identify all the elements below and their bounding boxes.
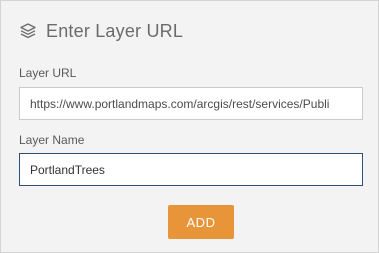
layer-url-input[interactable] — [19, 87, 363, 120]
add-layer-panel: Enter Layer URL Layer URL Layer Name ADD — [0, 0, 379, 253]
panel-title: Enter Layer URL — [46, 20, 184, 41]
panel-header: Enter Layer URL — [19, 20, 183, 42]
layers-icon — [19, 22, 37, 40]
layer-name-label: Layer Name — [19, 133, 85, 147]
layer-name-input[interactable] — [19, 153, 363, 186]
layer-url-label: Layer URL — [19, 66, 77, 80]
add-button[interactable]: ADD — [168, 205, 234, 239]
